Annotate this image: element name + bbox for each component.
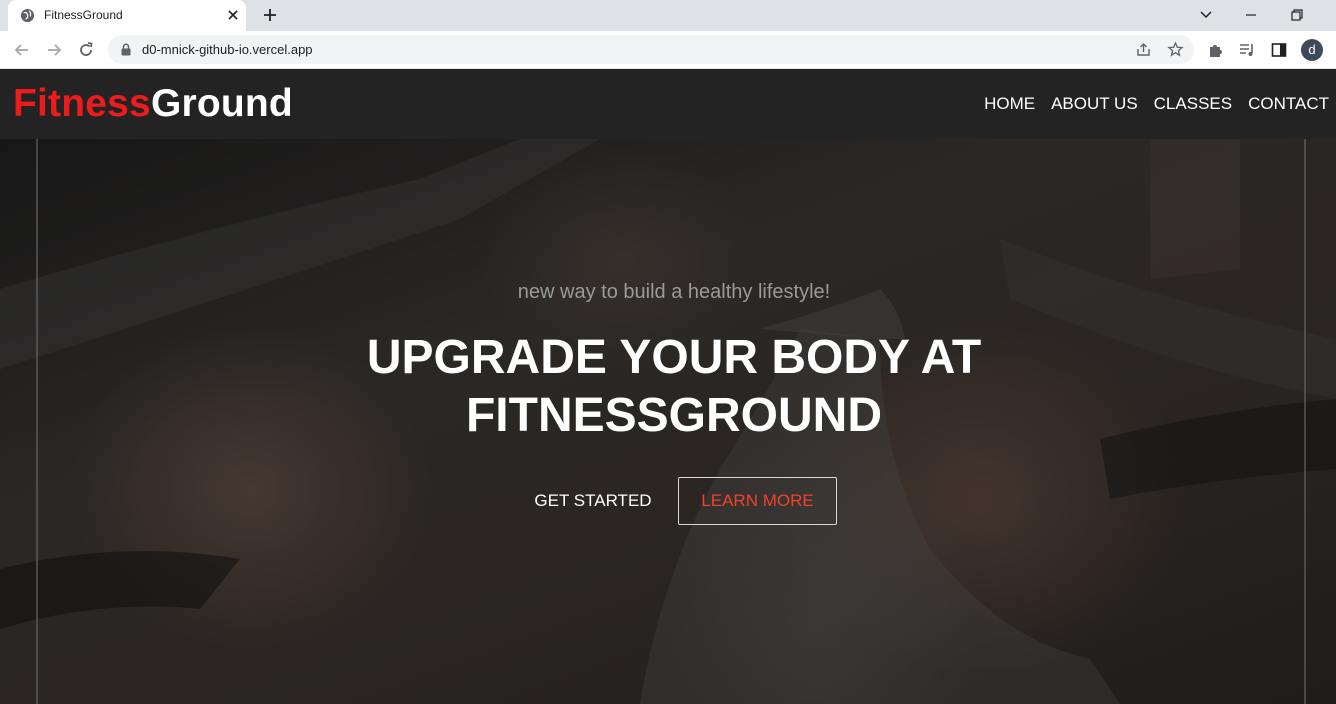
lock-icon[interactable] (120, 43, 132, 56)
hero-headline-line2: FITNESSGROUND (465, 389, 882, 442)
forward-icon[interactable] (44, 40, 64, 60)
learn-more-button[interactable]: LEARN MORE (678, 477, 837, 525)
nav-home[interactable]: HOME (984, 94, 1035, 114)
site-logo[interactable]: FitnessGround (13, 82, 293, 126)
logo-ground: Ground (150, 82, 293, 125)
nav-contact[interactable]: CONTACT (1248, 94, 1329, 114)
chevron-down-icon[interactable] (1196, 5, 1216, 25)
side-panel-icon[interactable] (1270, 41, 1288, 59)
browser-toolbar: d0-mnick-github-io.vercel.app d (0, 31, 1336, 69)
close-icon[interactable] (226, 8, 240, 22)
restore-icon[interactable] (1287, 5, 1307, 25)
hero-headline: UPGRADE YOUR BODY AT FITNESSGROUND (0, 329, 1336, 445)
nav-classes[interactable]: CLASSES (1154, 94, 1232, 114)
get-started-button[interactable]: GET STARTED (520, 481, 666, 521)
logo-fitness: Fitness (13, 82, 151, 125)
browser-tab-strip: FitnessGround (0, 0, 1336, 31)
back-icon[interactable] (12, 40, 32, 60)
site-header: FitnessGround HOME ABOUT US CLASSES CONT… (0, 69, 1336, 139)
minimize-icon[interactable] (1241, 5, 1261, 25)
globe-icon (20, 8, 35, 23)
share-icon[interactable] (1135, 41, 1152, 58)
puzzle-icon[interactable] (1207, 41, 1225, 59)
hero-section: new way to build a healthy lifestyle! UP… (0, 139, 1336, 704)
url-text[interactable]: d0-mnick-github-io.vercel.app (142, 42, 313, 57)
tab-title: FitnessGround (44, 8, 123, 22)
star-icon[interactable] (1167, 41, 1184, 58)
nav-about-us[interactable]: ABOUT US (1051, 94, 1138, 114)
browser-tab[interactable]: FitnessGround (8, 0, 246, 31)
address-bar[interactable]: d0-mnick-github-io.vercel.app (108, 35, 1194, 64)
profile-avatar[interactable]: d (1301, 39, 1323, 61)
hero-tagline: new way to build a healthy lifestyle! (517, 281, 831, 303)
plus-icon[interactable] (262, 7, 278, 23)
hero-headline-line1: UPGRADE YOUR BODY AT (366, 331, 982, 384)
reload-icon[interactable] (76, 40, 96, 60)
media-icon[interactable] (1238, 41, 1256, 59)
main-nav: HOME ABOUT US CLASSES CONTACT (984, 94, 1329, 114)
